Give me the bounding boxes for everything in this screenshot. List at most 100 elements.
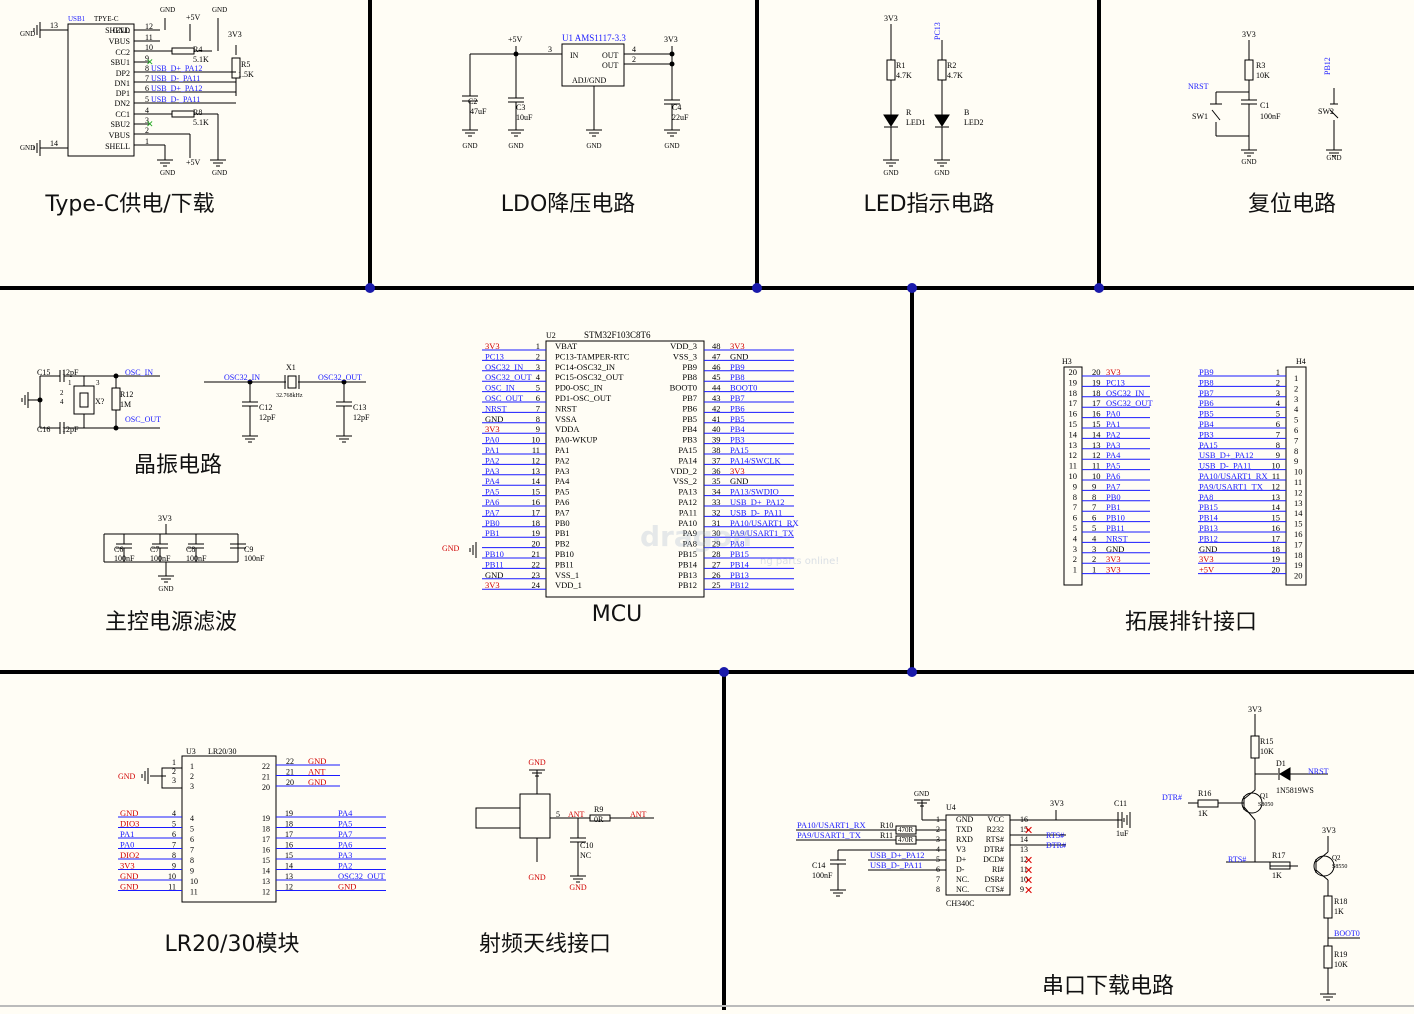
capacitor-value: 100nF (244, 554, 265, 563)
capacitor-ref: C10 (580, 841, 593, 850)
usb-pin-number: 6 (145, 84, 149, 93)
gnd-label: GND (20, 30, 35, 38)
capacitor-ref: C13 (353, 403, 366, 412)
header-pin-number: 17 (1069, 398, 1078, 408)
rf-pin-number: 5 (556, 810, 560, 819)
header-net-label: 3V3 (1199, 554, 1214, 564)
serial-pin-name: DSR# (984, 875, 1004, 884)
power-label: 3V3 (158, 514, 172, 523)
header-pin-number: 16 (1272, 523, 1281, 533)
lr-net-label: 3V3 (120, 861, 135, 871)
header-net-label: USB_D-_PA11 (1199, 461, 1251, 471)
resistor-ref: R5 (241, 60, 250, 69)
header-pin-number: 20 (1272, 565, 1281, 575)
mcu-pin-name: PB5 (682, 414, 697, 424)
mcu-pin-number: 39 (712, 435, 721, 445)
usb-pin-number: 10 (145, 43, 153, 52)
crystal-ref: X? (95, 397, 105, 406)
header-pin-number: 14 (1069, 429, 1078, 439)
gnd-label: GND (20, 144, 35, 152)
net-label: OSC32_OUT (318, 373, 362, 382)
serial-pin-name: VCC (988, 815, 1004, 824)
led-schematic (883, 24, 950, 160)
header-net-label: PB7 (1199, 388, 1214, 398)
usb-ref: USB1 (68, 15, 86, 23)
header-pin-number: 18 (1092, 388, 1101, 398)
ldo-pin-name: OUT (602, 51, 619, 60)
mcu-pin-number: 43 (712, 393, 721, 403)
lr-pin-number: 6 (190, 835, 194, 844)
ground-icon (157, 159, 173, 167)
transistor-value: S8050 (1258, 802, 1273, 808)
header-net-label: PB5 (1199, 409, 1214, 419)
header-pin-number: 18 (1294, 550, 1303, 560)
mcu-pin-number: 41 (712, 414, 721, 424)
header-pin-number: 2 (1294, 383, 1298, 393)
mcu-pin-number: 23 (532, 570, 541, 580)
header-pin-number: 2 (1092, 554, 1096, 564)
lr-net-label: PA3 (338, 850, 352, 860)
header-pin-number: 3 (1092, 544, 1096, 554)
power-label: 3V3 (1322, 826, 1336, 835)
gnd-label: GND (442, 544, 460, 553)
resistor-value: 470R (898, 836, 914, 844)
lr-net-label: PA7 (338, 829, 352, 839)
header-pin-number: 10 (1092, 471, 1101, 481)
resistor-value: 5.1K (193, 55, 209, 64)
lr-pin-number: 14 (262, 867, 270, 876)
ldo-pin-number: 2 (632, 55, 636, 64)
ground-icon (1241, 149, 1257, 157)
capacitor-value: 10uF (516, 113, 533, 122)
header-pin-number: 19 (1294, 560, 1303, 570)
watermark-tagline: ng parts online! (760, 556, 840, 567)
header-pin-number: 19 (1092, 377, 1101, 387)
mcu-pin-name: PB6 (682, 403, 697, 413)
lr-pin-number: 1 (190, 762, 194, 771)
led-ref: LED1 (906, 118, 926, 127)
lr-pin-number: 12 (285, 883, 293, 892)
net-label: PA9/USART1_TX (797, 830, 861, 840)
header-pin-number: 6 (1073, 513, 1077, 523)
mcu-pin-number: 12 (532, 455, 541, 465)
mcu-pin-name: PA7 (555, 507, 569, 517)
usb-pin-name: SBU2 (110, 120, 130, 129)
header-pin-number: 13 (1272, 492, 1281, 502)
mcu-pin-name: PB2 (555, 539, 570, 549)
resistor-ref: R17 (1272, 851, 1285, 860)
mcu-left-net: PA4 (485, 476, 500, 486)
mcu-right-net: 3V3 (730, 466, 745, 476)
header-net-label: PB0 (1106, 492, 1121, 502)
lr-net-label: OSC32_OUT (338, 871, 386, 881)
mcu-pin-name: PB4 (682, 424, 697, 434)
mcu-pin-name: PB3 (682, 435, 697, 445)
lr-pin-number: 20 (286, 778, 294, 787)
usb-pin-name: VBUS (109, 131, 130, 140)
net-label: PC13 (933, 22, 942, 40)
led-color: B (964, 108, 969, 117)
header-pin-number: 12 (1272, 481, 1281, 491)
mcu-pin-number: 8 (536, 414, 540, 424)
lr-pin-number: 5 (190, 825, 194, 834)
header-pin-number: 6 (1276, 419, 1280, 429)
mcu-pin-number: 36 (712, 466, 721, 476)
capacitor-ref: C2 (468, 97, 477, 106)
ground-icon (242, 435, 258, 443)
header-pin-number: 13 (1069, 440, 1078, 450)
mcu-left-net: OSC_OUT (485, 393, 524, 403)
header-net-label: PC13 (1106, 377, 1125, 387)
crystal-pin: 3 (96, 379, 100, 387)
net-label: USB_D+_PA12 (870, 850, 925, 860)
mcu-pin-number: 37 (712, 455, 721, 465)
gnd-label: GND (212, 6, 227, 14)
lr-pin-number: 4 (172, 809, 176, 818)
mcu-pin-name: PB12 (678, 580, 697, 590)
mcu-pin-number: 6 (536, 393, 540, 403)
lr-pin-number: 8 (190, 856, 194, 865)
header-net-label: 3V3 (1106, 554, 1121, 564)
header-pin-number: 15 (1069, 419, 1078, 429)
lr-pin-number: 12 (262, 888, 270, 897)
lr-net-label: PA6 (338, 840, 352, 850)
mcu-left-net: PA0 (485, 435, 499, 445)
lr-pin-number: 14 (285, 862, 293, 871)
usb-pin-number: 14 (50, 139, 58, 148)
